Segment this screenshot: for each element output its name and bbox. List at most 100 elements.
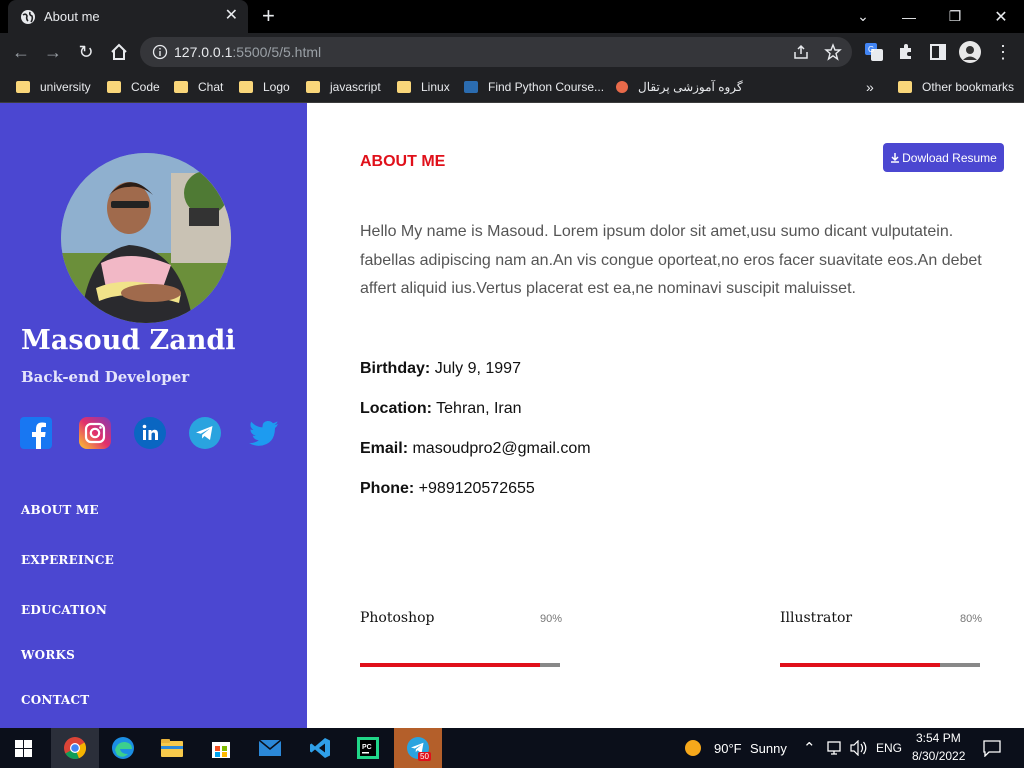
vscode-icon [310, 738, 330, 758]
reload-icon[interactable]: ↻ [75, 41, 97, 63]
weather-desc[interactable]: Sunny [750, 741, 787, 756]
info-email: Email: masoudpro2@gmail.com [360, 440, 591, 458]
tab-search-icon[interactable]: ⌄ [840, 0, 886, 33]
nav-contact[interactable]: CONTACT [21, 693, 89, 707]
globe-icon [21, 9, 35, 24]
info-phone: Phone: +989120572655 [360, 480, 535, 498]
facebook-icon[interactable] [20, 417, 52, 449]
mail-icon [258, 739, 282, 756]
chevron-up-icon[interactable]: ⌃ [803, 739, 816, 757]
download-resume-button[interactable]: Dowload Resume [883, 143, 1004, 172]
tab-strip: About me ✕ + ⌄ — ❐ ✕ [0, 0, 1024, 33]
bookmark-university[interactable]: university [16, 77, 91, 97]
bookmark-label: گروه آموزشی پرتقال [638, 80, 743, 94]
info-value: July 9, 1997 [434, 360, 521, 377]
network-icon[interactable] [827, 741, 845, 756]
bookmark-python[interactable]: Find Python Course... [464, 77, 604, 97]
pycharm-icon: PC [357, 737, 379, 759]
profile-role: Back-end Developer [21, 368, 190, 386]
windows-taskbar: PC 50 90°F Sunny ⌃ ENG 3:54 PM 8/30/2022 [0, 728, 1024, 768]
folder-icon [16, 81, 30, 93]
close-tab-icon[interactable]: ✕ [225, 8, 238, 24]
edge-icon [112, 737, 134, 759]
skill-photoshop-bar [360, 663, 560, 667]
bookmark-porteghal[interactable]: گروه آموزشی پرتقال [616, 77, 743, 97]
bookmark-label: university [40, 80, 91, 94]
section-title: ABOUT ME [360, 153, 446, 170]
other-bookmarks[interactable]: Other bookmarks [898, 77, 1014, 97]
sidepanel-icon[interactable] [928, 42, 948, 62]
folder-icon [161, 739, 183, 757]
star-icon[interactable] [824, 43, 842, 61]
nav-experience[interactable]: EXPEREINCE [21, 553, 114, 567]
tab-title: About me [44, 9, 100, 24]
info-value: +989120572655 [418, 480, 535, 497]
bookmark-label: Logo [263, 80, 290, 94]
address-bar[interactable]: 127.0.0.1:5500/5/5.html [140, 37, 852, 67]
telegram-icon[interactable] [189, 417, 221, 449]
forward-icon[interactable]: → [42, 41, 64, 63]
menu-kebab-icon[interactable]: ⋮ [992, 41, 1014, 63]
folder-icon [239, 81, 253, 93]
close-window-button[interactable]: ✕ [978, 0, 1024, 33]
telegram-badge: 50 [418, 752, 431, 761]
bookmark-label: Linux [421, 80, 450, 94]
clock-time[interactable]: 3:54 PM [916, 731, 961, 745]
info-label: Birthday: [360, 360, 431, 377]
bookmark-linux[interactable]: Linux [397, 77, 450, 97]
download-label: Dowload Resume [902, 150, 997, 165]
mail-taskbar-icon[interactable] [246, 728, 294, 768]
profile-name: Masoud Zandi [21, 325, 236, 356]
profile-photo [61, 153, 231, 323]
language-indicator[interactable]: ENG [876, 741, 902, 755]
bookmark-javascript[interactable]: javascript [306, 77, 381, 97]
pycharm-taskbar-icon[interactable]: PC [344, 728, 392, 768]
browser-tab[interactable]: About me ✕ [8, 0, 248, 33]
info-location: Location: Tehran, Iran [360, 400, 522, 418]
folder-icon [397, 81, 411, 93]
linkedin-icon[interactable] [134, 417, 166, 449]
telegram-taskbar-icon[interactable]: 50 [394, 728, 442, 768]
bookmark-label: Chat [198, 80, 224, 94]
share-icon[interactable] [792, 43, 810, 61]
more-bookmarks-button[interactable]: » [866, 77, 874, 97]
extensions-icon[interactable] [896, 42, 916, 62]
vscode-taskbar-icon[interactable] [296, 728, 344, 768]
sun-icon[interactable] [684, 739, 702, 757]
info-value: masoudpro2@gmail.com [412, 440, 591, 457]
windows-start-icon[interactable] [15, 740, 32, 757]
restore-button[interactable]: ❐ [932, 0, 978, 33]
chrome-taskbar-icon[interactable] [51, 728, 99, 768]
volume-icon[interactable] [850, 740, 868, 756]
skill-illustrator-fill [780, 663, 940, 667]
site-info-icon[interactable] [152, 44, 168, 60]
nav-education[interactable]: EDUCATION [21, 603, 107, 617]
store-taskbar-icon[interactable] [197, 728, 245, 768]
clock-date[interactable]: 8/30/2022 [912, 749, 965, 763]
translate-icon[interactable]: G [864, 42, 884, 62]
bookmark-chat[interactable]: Chat [174, 77, 223, 97]
back-icon[interactable]: ← [10, 41, 32, 63]
url-path: :5500/5/5.html [232, 44, 322, 60]
weather-temp[interactable]: 90°F [714, 741, 742, 756]
new-tab-button[interactable]: + [262, 5, 275, 27]
minimize-button[interactable]: — [886, 0, 932, 33]
nav-about-me[interactable]: ABOUT ME [21, 503, 99, 517]
home-icon[interactable] [108, 41, 130, 63]
file-explorer-taskbar-icon[interactable] [148, 728, 196, 768]
url-text: 127.0.0.1:5500/5/5.html [174, 44, 321, 60]
notifications-icon[interactable] [983, 740, 1001, 757]
bookmark-code[interactable]: Code [107, 77, 160, 97]
nav-works[interactable]: WORKS [21, 648, 75, 662]
instagram-icon[interactable] [79, 417, 111, 449]
bookmark-label: Find Python Course... [488, 80, 605, 94]
svg-text:G: G [868, 45, 874, 54]
orange-icon [616, 81, 628, 93]
edge-taskbar-icon[interactable] [99, 728, 147, 768]
main-content: ABOUT ME Dowload Resume Hello My name is… [307, 103, 1024, 728]
profile-avatar[interactable] [959, 41, 981, 63]
bookmark-logo[interactable]: Logo [239, 77, 290, 97]
bookmarks-bar: university Code Chat Logo javascript Lin… [0, 71, 1024, 103]
twitter-icon[interactable] [248, 417, 280, 449]
bookmark-label: Code [131, 80, 160, 94]
